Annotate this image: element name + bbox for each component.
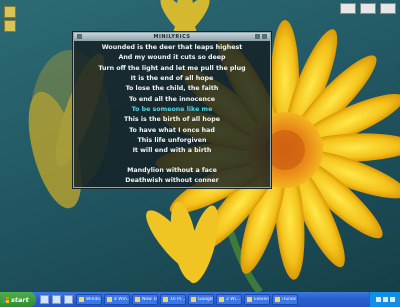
lyric-line: Deathwish without conner <box>125 177 219 185</box>
window-icon <box>107 297 112 302</box>
lyric-line: To end all the innocence <box>128 95 216 103</box>
quick-launch-icon[interactable] <box>40 295 49 304</box>
start-label: start <box>11 295 29 304</box>
browser-icon <box>191 297 196 302</box>
taskbar-button-label: Windo... <box>86 297 101 302</box>
taskbar-button[interactable]: Google... <box>188 294 214 305</box>
window-icon <box>135 297 140 302</box>
media-icon <box>247 297 252 302</box>
lyric-line: It will end with a birth <box>132 147 212 155</box>
lyric-line: This is the birth of all hope <box>124 116 220 124</box>
shortcut-icon[interactable] <box>360 3 376 14</box>
taskbar-button[interactable]: Eleven... <box>244 294 270 305</box>
taskbar: start Windo... 4 Win... New Ta... 16 Pi... G… <box>0 292 400 307</box>
menu-icon[interactable] <box>77 34 82 39</box>
taskbar-button[interactable]: Windo... <box>76 294 102 305</box>
taskbar-button[interactable]: iTunes <box>272 294 298 305</box>
window-titlebar[interactable]: MINILYRICS <box>74 33 270 41</box>
lyric-line: And my wound it cuts so deep <box>118 54 226 62</box>
start-button[interactable]: start <box>0 292 36 307</box>
taskbar-button[interactable]: 4 Win... <box>104 294 130 305</box>
shortcut-icon[interactable] <box>340 3 356 14</box>
taskbar-button[interactable]: New Ta... <box>132 294 158 305</box>
lyric-line: This life unforgiven <box>137 137 207 145</box>
lyric-line: Mandylion without a face <box>127 166 217 174</box>
lyric-line: To lose the child, the faith <box>125 85 219 93</box>
lyric-line: Wounded is the deer that leaps highest <box>101 44 243 51</box>
lyric-line: It is the end of all hope <box>130 75 214 83</box>
quick-launch-icon[interactable] <box>52 295 61 304</box>
tray-icon[interactable] <box>375 297 381 302</box>
desktop-shortcuts <box>340 3 396 14</box>
lyric-line <box>74 157 270 166</box>
taskbar-button-label: Eleven... <box>254 297 269 302</box>
lyric-line-current: To be someone like me <box>131 106 213 114</box>
taskbar-button-label: New Ta... <box>142 297 157 302</box>
taskbar-button-label: 2 Wi... <box>226 297 241 302</box>
shortcut-icon[interactable] <box>380 3 396 14</box>
taskbar-button-label: 4 Win... <box>114 297 129 302</box>
taskbar-button-label: Google... <box>198 297 213 302</box>
windows-logo-icon <box>3 296 9 303</box>
desktop-icon[interactable] <box>4 20 16 32</box>
window-icon <box>163 297 168 302</box>
tray-icon[interactable] <box>382 297 388 302</box>
taskbar-button[interactable]: 2 Wi... <box>216 294 242 305</box>
taskbar-button-label: 16 Pi... <box>170 297 185 302</box>
window-title: MINILYRICS <box>153 34 191 40</box>
minimize-icon[interactable] <box>255 34 260 39</box>
system-tray <box>369 292 400 307</box>
lyric-line: To have what I once had <box>129 126 215 134</box>
taskbar-button-label: iTunes <box>282 297 297 302</box>
lyric-line: Turn off the light and let me pull the p… <box>98 64 246 72</box>
itunes-icon <box>275 297 280 302</box>
quick-launch <box>40 295 73 304</box>
quick-launch-icon[interactable] <box>64 295 73 304</box>
close-icon[interactable] <box>262 34 267 39</box>
folder-icon <box>79 297 84 302</box>
lyrics-panel: Wounded is the deer that leaps highest An… <box>74 43 270 185</box>
tray-icon[interactable] <box>389 297 395 302</box>
taskbar-button[interactable]: 16 Pi... <box>160 294 186 305</box>
desktop-icon[interactable] <box>4 6 16 18</box>
window-icon <box>219 297 224 302</box>
task-list: Windo... 4 Win... New Ta... 16 Pi... Google.… <box>76 294 369 305</box>
minilyrics-window[interactable]: MINILYRICS Wounded is the deer that leap… <box>73 32 271 188</box>
